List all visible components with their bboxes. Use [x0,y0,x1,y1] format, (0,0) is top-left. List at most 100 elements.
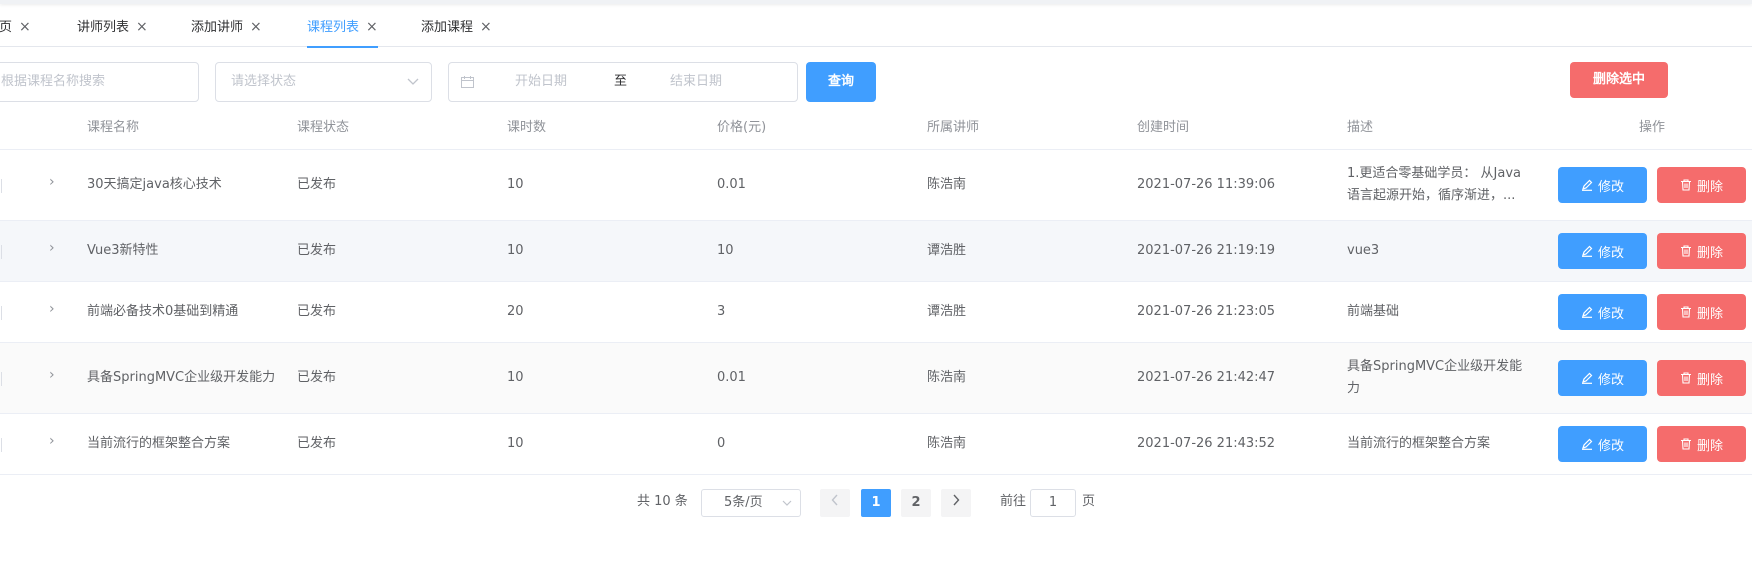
course-teacher: 谭浩胜 [927,243,967,258]
delete-button[interactable]: 删除 [1657,360,1746,396]
delete-label: 删除 [1696,438,1723,454]
chevron-left-icon [831,494,838,506]
course-price: 0 [717,436,726,451]
chevron-right-icon[interactable]: › [49,433,55,449]
date-range-picker[interactable]: 开始日期 至 结束日期 [448,62,798,102]
chevron-down-icon [782,500,792,506]
description-line: 具备SpringMVC企业级开发能 [1347,359,1523,374]
course-description: 1.更适合零基础学员： 从Java 语言起源开始，循序渐进，... [1347,150,1552,220]
description-line: 力 [1347,381,1361,396]
course-name: 前端必备技术0基础到精通 [87,304,239,319]
page-button-1[interactable]: 1 [861,489,891,517]
edit-label: 修改 [1597,179,1624,195]
course-name: 当前流行的框架整合方案 [87,436,231,451]
edit-icon [1581,306,1593,318]
delete-selected-button[interactable]: 删除选中 [1570,62,1668,98]
course-teacher: 谭浩胜 [927,304,967,319]
close-icon[interactable]: × [480,8,492,47]
delete-button[interactable]: 删除 [1657,294,1746,330]
course-teacher: 陈浩南 [927,370,967,385]
row-checkbox[interactable] [0,306,2,320]
goto-unit-label: 页 [1082,494,1096,509]
edit-button[interactable]: 修改 [1558,294,1647,330]
column-header: 价格(元) [717,120,767,135]
edit-icon [1581,179,1593,191]
edit-button[interactable]: 修改 [1558,233,1647,269]
course-created: 2021-07-26 21:43:52 [1137,436,1276,451]
description-line: 前端基础 [1347,304,1400,319]
row-checkbox[interactable] [0,245,2,259]
close-icon[interactable]: × [136,8,148,47]
close-icon[interactable]: × [250,8,262,47]
edit-button[interactable]: 修改 [1558,426,1647,462]
page-size-select[interactable]: 5条/页 [701,489,801,517]
course-name: Vue3新特性 [87,243,159,258]
query-button[interactable]: 查询 [806,62,876,102]
course-lessons: 10 [507,243,524,258]
tab-label: 讲师列表 [77,20,130,35]
delete-button[interactable]: 删除 [1657,233,1746,269]
prev-page-button[interactable] [820,489,850,517]
course-name: 30天搞定java核心技术 [87,177,222,192]
tab-home[interactable]: 首页 × [0,8,31,47]
edit-button[interactable]: 修改 [1558,167,1647,203]
column-header: 所属讲师 [927,120,980,135]
close-icon[interactable]: × [19,8,31,47]
trash-icon [1680,245,1691,257]
column-header: 课程名称 [87,120,140,135]
course-description: 前端基础 [1347,282,1552,342]
delete-button[interactable]: 删除 [1657,426,1746,462]
row-checkbox[interactable] [0,372,2,386]
description-line: 1.更适合零基础学员： 从Java [1347,166,1521,181]
tab-bar: 首页 × 讲师列表 × 添加讲师 × 课程列表 × 添加课程 × [0,8,1752,48]
edit-icon [1581,372,1593,384]
edit-icon [1581,438,1593,450]
column-header: 操作 [1639,120,1666,135]
course-status: 已发布 [297,436,337,451]
row-checkbox[interactable] [0,179,2,193]
course-name: 具备SpringMVC企业级开发能力 [87,370,276,385]
table-header: 课程名称 课程状态 课时数 价格(元) 所属讲师 创建时间 描述 操作 [0,106,1752,150]
course-description: vue3 [1347,221,1552,281]
edit-icon [1581,245,1593,257]
tab-add-course[interactable]: 添加课程 × [421,8,492,47]
row-checkbox[interactable] [0,438,2,452]
date-separator: 至 [614,74,628,89]
status-placeholder: 请选择状态 [231,74,297,89]
trash-icon [1680,372,1691,384]
chevron-right-icon[interactable]: › [49,301,55,317]
course-description: 当前流行的框架整合方案 [1347,414,1552,474]
trash-icon [1680,438,1691,450]
close-icon[interactable]: × [366,8,378,47]
tab-course-list[interactable]: 课程列表 × [307,8,378,48]
tab-teacher-list[interactable]: 讲师列表 × [77,8,148,47]
course-lessons: 10 [507,177,524,192]
tab-label: 添加课程 [421,20,474,35]
page-size-value: 5条/页 [724,495,763,510]
search-input[interactable]: 根据课程名称搜索 [0,62,199,102]
next-page-button[interactable] [941,489,971,517]
chevron-right-icon[interactable]: › [49,174,55,190]
course-teacher: 陈浩南 [927,177,967,192]
calendar-icon [461,76,474,88]
delete-button[interactable]: 删除 [1657,167,1746,203]
goto-page-input[interactable]: 1 [1030,489,1076,517]
delete-label: 删除 [1696,306,1723,322]
course-created: 2021-07-26 21:23:05 [1137,304,1276,319]
description-line: vue3 [1347,243,1380,258]
course-price: 3 [717,304,726,319]
chevron-right-icon[interactable]: › [49,367,55,383]
chevron-right-icon [953,494,960,506]
course-lessons: 10 [507,436,524,451]
course-created: 2021-07-26 21:19:19 [1137,243,1276,258]
edit-button[interactable]: 修改 [1558,360,1647,396]
chevron-right-icon[interactable]: › [49,240,55,256]
delete-label: 删除 [1696,372,1723,388]
search-placeholder: 根据课程名称搜索 [1,74,106,89]
start-date-placeholder: 开始日期 [515,74,568,89]
status-select[interactable]: 请选择状态 [215,62,432,102]
page-button-2[interactable]: 2 [901,489,931,517]
tab-add-teacher[interactable]: 添加讲师 × [191,8,262,47]
trash-icon [1680,306,1691,318]
goto-label: 前往 [1000,494,1027,509]
